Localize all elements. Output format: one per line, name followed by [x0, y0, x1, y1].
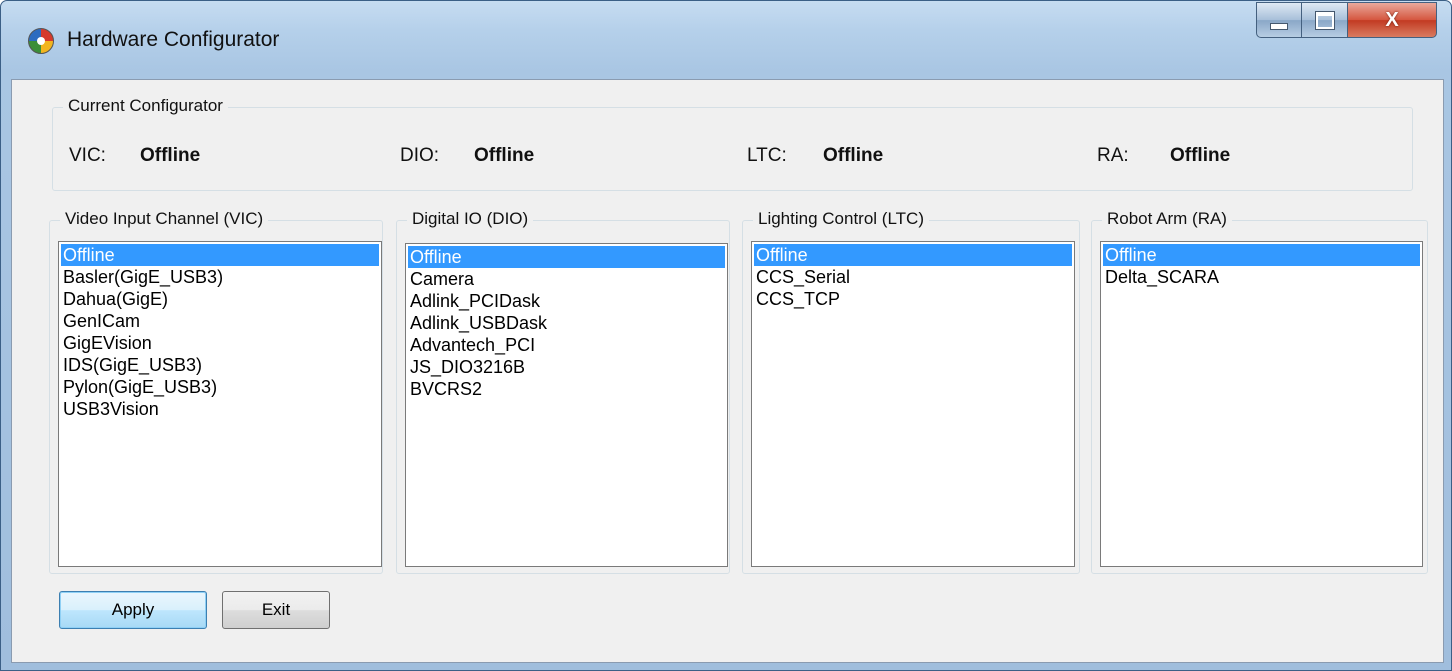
vic-group: Video Input Channel (VIC) Offline Basler… [49, 209, 383, 574]
list-item[interactable]: BVCRS2 [408, 378, 725, 400]
list-item[interactable]: Advantech_PCI [408, 334, 725, 356]
list-item[interactable]: Offline [754, 244, 1072, 266]
ltc-group-title: Lighting Control (LTC) [753, 209, 929, 229]
status-value: Offline [474, 145, 535, 166]
minimize-button[interactable] [1256, 2, 1302, 38]
dio-group-title: Digital IO (DIO) [407, 209, 534, 229]
dio-listbox[interactable]: Offline Camera Adlink_PCIDask Adlink_USB… [405, 243, 728, 567]
status-value: Offline [823, 145, 884, 166]
exit-button[interactable]: Exit [222, 591, 330, 629]
status-label: VIC: [69, 145, 106, 166]
close-icon: X [1385, 8, 1399, 31]
title-bar[interactable]: Hardware Configurator X [1, 1, 1451, 79]
ltc-group: Lighting Control (LTC) Offline CCS_Seria… [742, 209, 1080, 574]
status-vic: VIC: Offline [69, 145, 200, 167]
ra-listbox[interactable]: Offline Delta_SCARA [1100, 241, 1423, 567]
maximize-icon [1314, 10, 1335, 30]
ra-group: Robot Arm (RA) Offline Delta_SCARA [1091, 209, 1428, 574]
caption-buttons: X [1256, 2, 1437, 39]
list-item[interactable]: USB3Vision [61, 398, 379, 420]
list-item[interactable]: CCS_Serial [754, 266, 1072, 288]
ra-group-title: Robot Arm (RA) [1102, 209, 1232, 229]
list-item[interactable]: Pylon(GigE_USB3) [61, 376, 379, 398]
status-ltc: LTC: Offline [747, 145, 883, 167]
ltc-listbox[interactable]: Offline CCS_Serial CCS_TCP [751, 241, 1075, 567]
maximize-button[interactable] [1302, 2, 1348, 38]
list-item[interactable]: Adlink_PCIDask [408, 290, 725, 312]
status-ra: RA: Offline [1097, 145, 1230, 167]
list-item[interactable]: Dahua(GigE) [61, 288, 379, 310]
minimize-icon [1270, 22, 1288, 30]
list-item[interactable]: Offline [1103, 244, 1420, 266]
list-item[interactable]: Offline [408, 246, 725, 268]
client-area: Current Configurator VIC: Offline DIO: O… [11, 79, 1444, 663]
vic-group-title: Video Input Channel (VIC) [60, 209, 269, 229]
list-item[interactable]: GenICam [61, 310, 379, 332]
list-item[interactable]: Camera [408, 268, 725, 290]
status-value: Offline [140, 145, 201, 166]
hardware-configurator-window: Hardware Configurator X Current Configur… [0, 0, 1452, 671]
dio-group: Digital IO (DIO) Offline Camera Adlink_P… [396, 209, 730, 574]
list-item[interactable]: JS_DIO3216B [408, 356, 725, 378]
status-label: DIO: [400, 145, 440, 166]
list-item[interactable]: Offline [61, 244, 379, 266]
status-label: LTC: [747, 145, 787, 166]
current-configurator-title: Current Configurator [63, 96, 228, 116]
status-dio: DIO: Offline [400, 145, 534, 167]
status-value: Offline [1170, 145, 1231, 166]
vic-listbox[interactable]: Offline Basler(GigE_USB3) Dahua(GigE) Ge… [58, 241, 382, 567]
close-button[interactable]: X [1348, 2, 1437, 38]
list-item[interactable]: Delta_SCARA [1103, 266, 1420, 288]
configurator-icon [28, 28, 54, 54]
list-item[interactable]: GigEVision [61, 332, 379, 354]
list-item[interactable]: CCS_TCP [754, 288, 1072, 310]
list-item[interactable]: Basler(GigE_USB3) [61, 266, 379, 288]
status-label: RA: [1097, 145, 1129, 166]
window-title: Hardware Configurator [67, 28, 280, 51]
list-item[interactable]: Adlink_USBDask [408, 312, 725, 334]
apply-button[interactable]: Apply [59, 591, 207, 629]
list-item[interactable]: IDS(GigE_USB3) [61, 354, 379, 376]
current-configurator-group: Current Configurator VIC: Offline DIO: O… [52, 96, 1413, 191]
